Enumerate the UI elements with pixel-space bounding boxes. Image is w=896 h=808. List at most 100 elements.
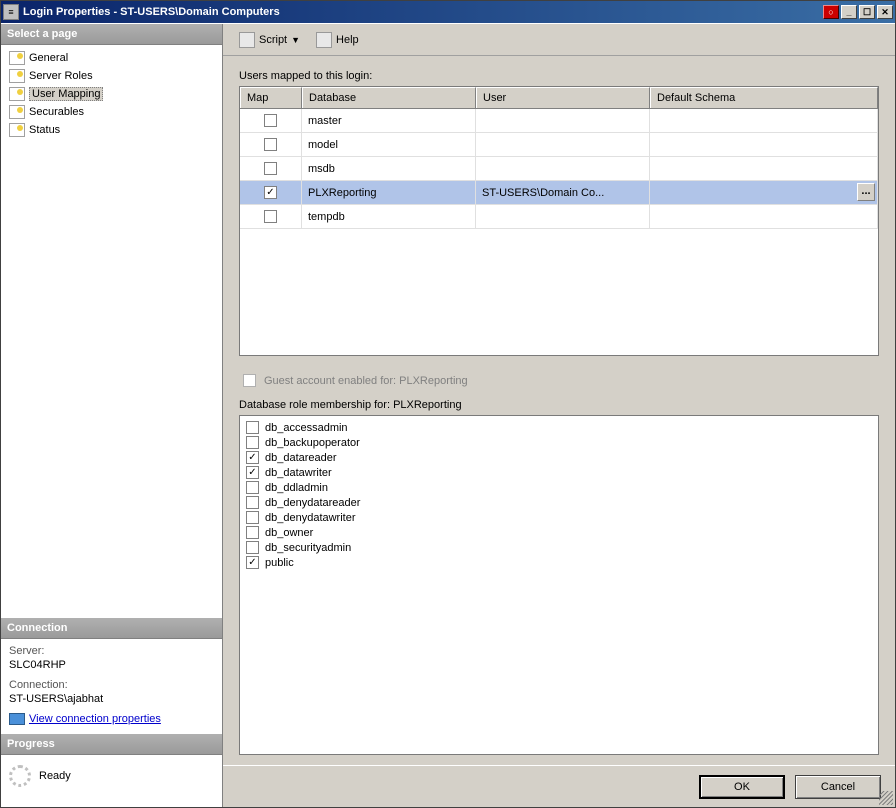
role-item[interactable]: db_accessadmin <box>246 420 872 435</box>
role-name: public <box>265 557 294 569</box>
guest-label: Guest account enabled for: PLXReporting <box>264 375 468 387</box>
sidebar-item-securables[interactable]: Securables <box>5 103 218 121</box>
grid-body: mastermodelmsdbPLXReportingST-USERS\Doma… <box>240 109 878 355</box>
server-value: SLC04RHP <box>9 659 214 671</box>
col-user-header[interactable]: User <box>476 87 650 108</box>
script-button[interactable]: Script ▼ <box>233 30 306 50</box>
role-item[interactable]: db_ddladmin <box>246 480 872 495</box>
map-checkbox[interactable] <box>264 210 277 223</box>
progress-header: Progress <box>1 734 222 755</box>
role-checkbox[interactable] <box>246 481 259 494</box>
role-item[interactable]: db_datawriter <box>246 465 872 480</box>
connection-value: ST-USERS\ajabhat <box>9 693 214 705</box>
role-name: db_backupoperator <box>265 437 360 449</box>
user-cell <box>476 133 650 156</box>
progress-status: Ready <box>39 770 71 782</box>
help-button[interactable]: Help <box>310 30 365 50</box>
map-checkbox[interactable] <box>264 138 277 151</box>
role-item[interactable]: db_datareader <box>246 450 872 465</box>
user-cell <box>476 109 650 132</box>
map-checkbox[interactable] <box>264 186 277 199</box>
window-icon: ≡ <box>3 4 19 20</box>
page-icon <box>9 87 25 101</box>
table-row[interactable]: tempdb <box>240 205 878 229</box>
col-map-header[interactable]: Map <box>240 87 302 108</box>
maximize-button[interactable]: ☐ <box>859 5 875 19</box>
sidebar-item-server-roles[interactable]: Server Roles <box>5 67 218 85</box>
database-cell: tempdb <box>302 205 476 228</box>
dialog-footer: OK Cancel <box>223 765 895 807</box>
page-icon <box>9 51 25 65</box>
role-name: db_securityadmin <box>265 542 351 554</box>
col-schema-header[interactable]: Default Schema <box>650 87 878 108</box>
select-page-header: Select a page <box>1 24 222 45</box>
page-icon <box>9 69 25 83</box>
users-mapped-label: Users mapped to this login: <box>239 70 879 82</box>
script-icon <box>239 32 255 48</box>
role-item[interactable]: db_denydatawriter <box>246 510 872 525</box>
minimize-button[interactable]: _ <box>841 5 857 19</box>
role-checkbox[interactable] <box>246 511 259 524</box>
role-item[interactable]: db_securityadmin <box>246 540 872 555</box>
role-name: db_ddladmin <box>265 482 328 494</box>
window-title: Login Properties - ST-USERS\Domain Compu… <box>23 6 823 18</box>
progress-spinner-icon <box>9 765 31 787</box>
sidebar-item-general[interactable]: General <box>5 49 218 67</box>
database-cell: model <box>302 133 476 156</box>
user-cell: ST-USERS\Domain Co... <box>476 181 650 204</box>
sidebar-item-status[interactable]: Status <box>5 121 218 139</box>
role-checkbox[interactable] <box>246 541 259 554</box>
database-cell: msdb <box>302 157 476 180</box>
role-checkbox[interactable] <box>246 451 259 464</box>
sidebar-item-user-mapping[interactable]: User Mapping <box>5 85 218 103</box>
user-cell <box>476 205 650 228</box>
col-database-header[interactable]: Database <box>302 87 476 108</box>
user-cell <box>476 157 650 180</box>
guest-checkbox <box>243 374 256 387</box>
table-row[interactable]: model <box>240 133 878 157</box>
view-connection-properties-link[interactable]: View connection properties <box>9 713 161 725</box>
roles-list: db_accessadmin db_backupoperator db_datare… <box>239 415 879 755</box>
schema-cell <box>650 109 878 132</box>
role-checkbox[interactable] <box>246 556 259 569</box>
role-item[interactable]: db_backupoperator <box>246 435 872 450</box>
table-row[interactable]: PLXReportingST-USERS\Domain Co...... <box>240 181 878 205</box>
role-checkbox[interactable] <box>246 466 259 479</box>
role-item[interactable]: db_owner <box>246 525 872 540</box>
system-menu-button[interactable]: ○ <box>823 5 839 19</box>
connection-label: Connection: <box>9 679 214 691</box>
schema-cell <box>650 205 878 228</box>
server-label: Server: <box>9 645 214 657</box>
role-checkbox[interactable] <box>246 436 259 449</box>
roles-label: Database role membership for: PLXReporti… <box>239 399 879 411</box>
titlebar[interactable]: ≡ Login Properties - ST-USERS\Domain Com… <box>1 1 895 23</box>
role-item[interactable]: db_denydatareader <box>246 495 872 510</box>
role-checkbox[interactable] <box>246 421 259 434</box>
ok-button[interactable]: OK <box>699 775 785 799</box>
chevron-down-icon: ▼ <box>291 35 300 45</box>
sidebar: Select a page General Server Roles User … <box>1 24 223 807</box>
map-checkbox[interactable] <box>264 162 277 175</box>
database-cell: PLXReporting <box>302 181 476 204</box>
cancel-button[interactable]: Cancel <box>795 775 881 799</box>
grid-header: Map Database User Default Schema <box>240 87 878 109</box>
main-panel: Script ▼ Help Users mapped to this login… <box>223 24 895 807</box>
role-name: db_denydatareader <box>265 497 360 509</box>
role-name: db_denydatawriter <box>265 512 356 524</box>
role-name: db_datawriter <box>265 467 332 479</box>
close-button[interactable]: ✕ <box>877 5 893 19</box>
database-cell: master <box>302 109 476 132</box>
connection-block: Server: SLC04RHP Connection: ST-USERS\aj… <box>1 639 222 734</box>
map-checkbox[interactable] <box>264 114 277 127</box>
role-name: db_datareader <box>265 452 337 464</box>
schema-browse-button[interactable]: ... <box>857 183 875 201</box>
progress-block: Ready <box>1 755 222 807</box>
role-checkbox[interactable] <box>246 496 259 509</box>
resize-grip[interactable] <box>879 791 893 805</box>
role-checkbox[interactable] <box>246 526 259 539</box>
table-row[interactable]: master <box>240 109 878 133</box>
schema-cell <box>650 157 878 180</box>
mapping-grid: Map Database User Default Schema masterm… <box>239 86 879 356</box>
role-item[interactable]: public <box>246 555 872 570</box>
table-row[interactable]: msdb <box>240 157 878 181</box>
